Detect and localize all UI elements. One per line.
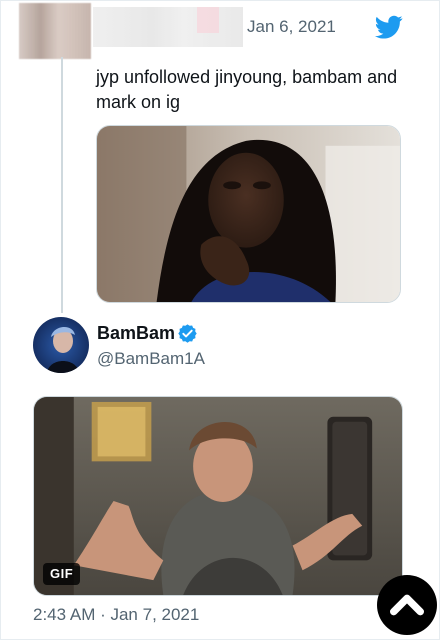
tweet-timestamp[interactable]: 2:43 AM · Jan 7, 2021	[33, 605, 199, 625]
blurred-avatar	[19, 3, 91, 59]
scroll-to-top-button[interactable]	[377, 575, 437, 635]
gif-frame	[34, 397, 402, 595]
tweet-image-reaction[interactable]	[96, 125, 401, 303]
tweet-embed-card: Jan 6, 2021 jyp unfollowed jinyoung, bam…	[0, 0, 440, 640]
avatar-image	[33, 317, 89, 373]
tweet-text: jyp unfollowed jinyoung, bambam and mark…	[96, 67, 398, 112]
blurred-username	[93, 7, 243, 47]
verified-badge-icon	[178, 324, 197, 343]
user-handle[interactable]: @BamBam1A	[97, 349, 205, 369]
reaction-image	[97, 126, 400, 302]
display-name[interactable]: BamBam	[97, 323, 175, 344]
chevron-up-icon	[390, 594, 424, 616]
gif-badge: GIF	[43, 563, 81, 585]
twitter-bird-icon[interactable]	[373, 13, 405, 41]
tweet-date[interactable]: Jan 6, 2021	[247, 17, 336, 37]
avatar[interactable]	[33, 317, 89, 373]
tweet-gif[interactable]	[33, 396, 403, 596]
thread-connector-line	[61, 57, 63, 313]
